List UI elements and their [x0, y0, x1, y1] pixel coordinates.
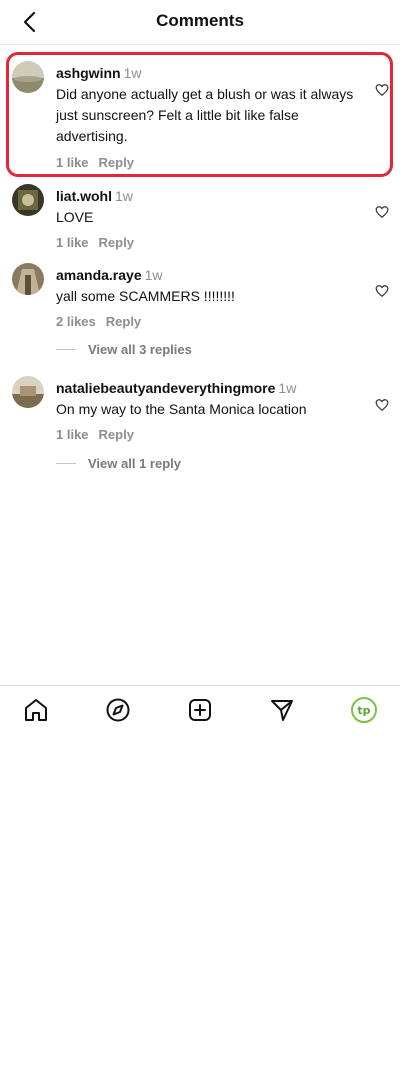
- comment-body: nataliebeautyandeverythingmore 1w On my w…: [56, 379, 366, 442]
- create-icon: [189, 699, 211, 721]
- tab-bar: tp: [0, 685, 400, 732]
- reply-button[interactable]: Reply: [99, 235, 134, 250]
- explore-icon: [106, 698, 130, 722]
- comment-time: 1w: [144, 267, 163, 283]
- reply-button[interactable]: Reply: [106, 314, 141, 329]
- replies-divider: [56, 349, 76, 350]
- comment-body: amanda.raye 1w yall some SCAMMERS !!!!!!!…: [56, 266, 366, 329]
- profile-avatar-icon: tp: [351, 697, 377, 723]
- tab-home[interactable]: [22, 696, 50, 724]
- highlight-box: [6, 52, 393, 177]
- likes-count[interactable]: 1 like: [56, 235, 89, 250]
- comment-username[interactable]: amanda.raye: [56, 267, 142, 283]
- comment-username[interactable]: liat.wohl: [56, 188, 112, 204]
- header: Comments: [0, 0, 400, 45]
- heart-icon[interactable]: [375, 284, 389, 298]
- comment-body: liat.wohl 1w LOVE 1 like Reply: [56, 187, 366, 250]
- heart-icon[interactable]: [375, 205, 389, 219]
- page-title: Comments: [156, 11, 244, 30]
- reply-button[interactable]: Reply: [99, 427, 134, 442]
- messages-icon: [271, 700, 293, 721]
- replies-divider: [56, 463, 76, 464]
- avatar[interactable]: [12, 184, 44, 216]
- avatar[interactable]: [12, 376, 44, 408]
- comment-text: yall some SCAMMERS !!!!!!!!: [56, 288, 235, 304]
- tab-explore[interactable]: [104, 696, 132, 724]
- tab-messages[interactable]: [268, 696, 296, 724]
- view-replies-link[interactable]: View all 1 reply: [56, 456, 181, 471]
- home-icon: [25, 699, 47, 721]
- avatar[interactable]: [12, 263, 44, 295]
- likes-count[interactable]: 2 likes: [56, 314, 96, 329]
- view-replies-label: View all 1 reply: [88, 456, 181, 471]
- comment-time: 1w: [278, 380, 297, 396]
- likes-count[interactable]: 1 like: [56, 427, 89, 442]
- view-replies-link[interactable]: View all 3 replies: [56, 342, 192, 357]
- comment-time: 1w: [115, 188, 133, 204]
- comment-text: On my way to the Santa Monica location: [56, 401, 307, 417]
- tab-profile[interactable]: tp: [350, 696, 378, 724]
- tab-create[interactable]: [186, 696, 214, 724]
- view-replies-label: View all 3 replies: [88, 342, 192, 357]
- comment-text: LOVE: [56, 209, 94, 225]
- heart-icon[interactable]: [375, 398, 389, 412]
- comment-username[interactable]: nataliebeautyandeverythingmore: [56, 380, 275, 396]
